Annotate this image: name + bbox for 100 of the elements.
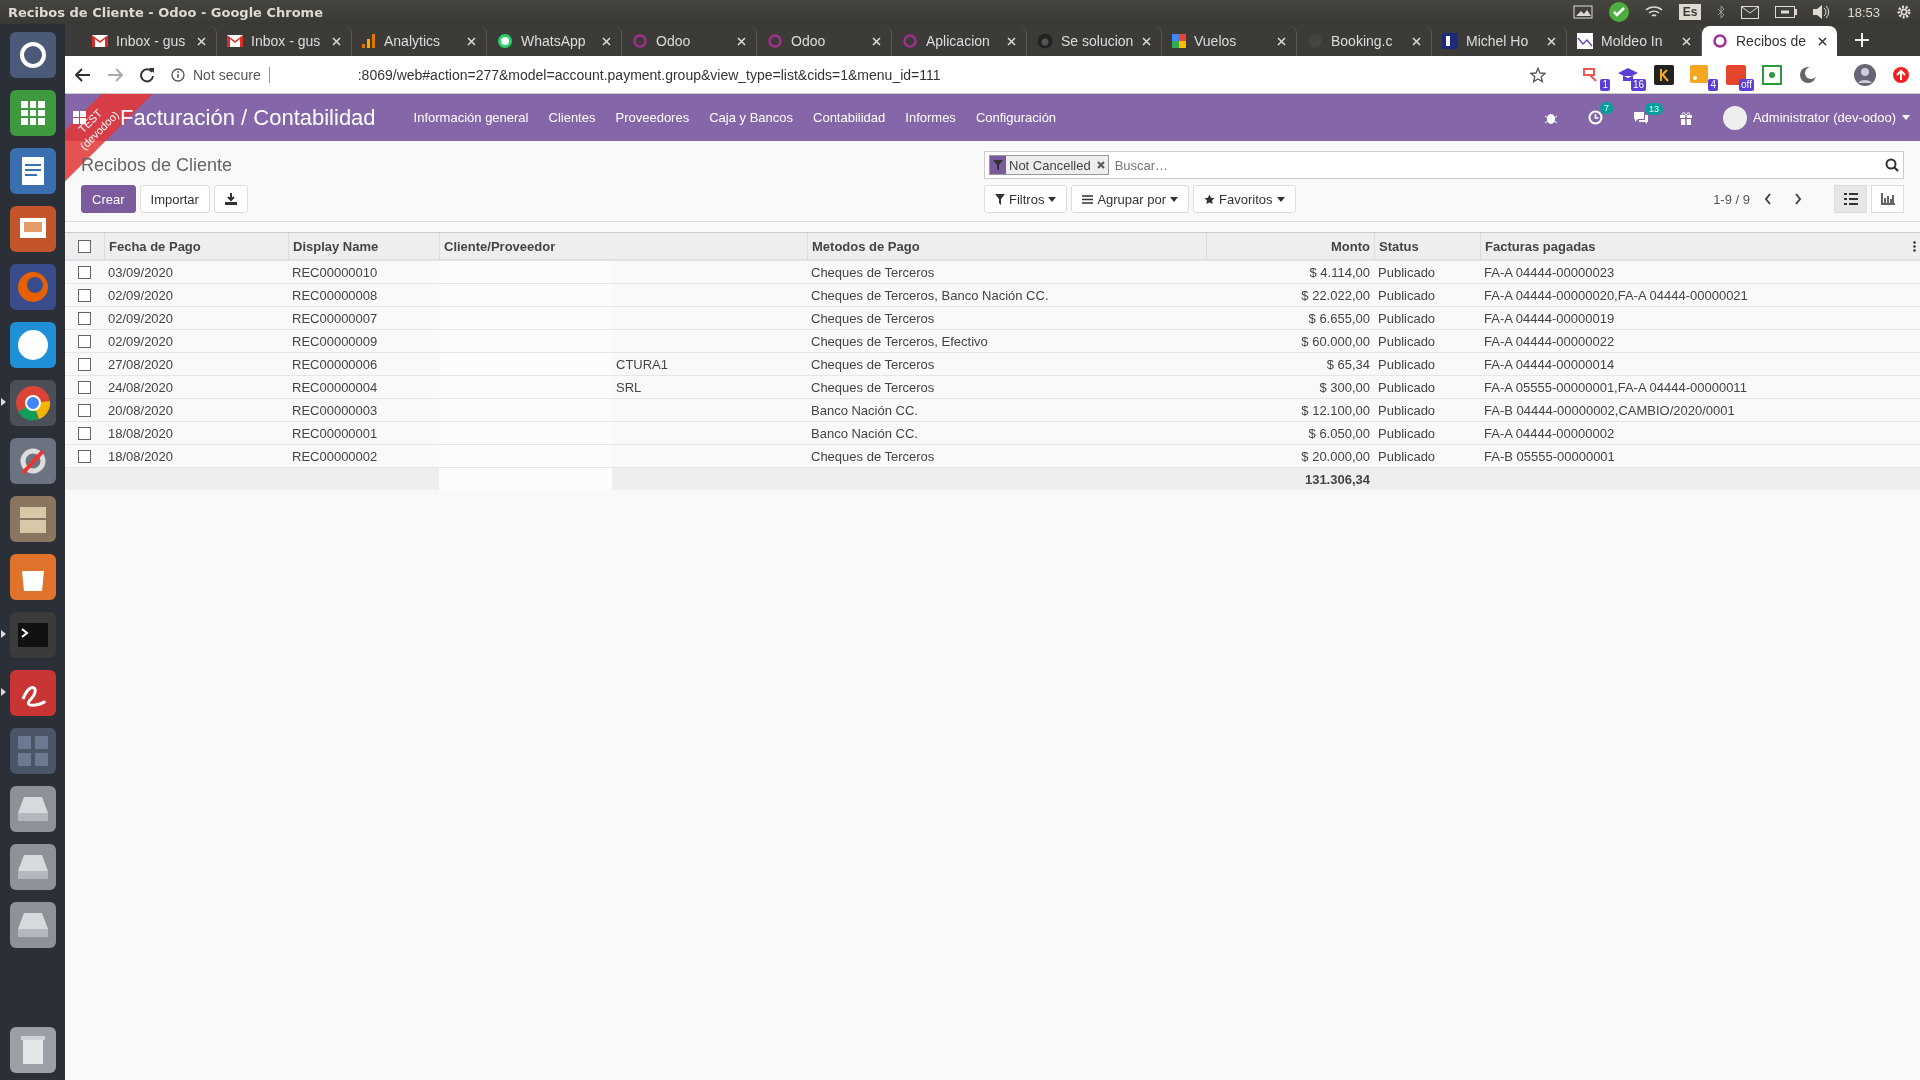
chrome-icon[interactable] xyxy=(8,378,57,427)
wifi-icon[interactable] xyxy=(1644,5,1663,19)
new-tab-icon[interactable] xyxy=(1855,33,1869,47)
menu-item[interactable]: Informes xyxy=(905,110,956,125)
update-icon[interactable] xyxy=(1892,65,1910,84)
search-icon[interactable] xyxy=(1885,158,1899,172)
pager-text[interactable]: 1-9 / 9 xyxy=(1713,191,1750,207)
security-label[interactable]: Not secure xyxy=(193,66,270,83)
dropdown-button[interactable]: Filtros xyxy=(984,185,1068,213)
table-cell-text: Publicado xyxy=(1377,378,1437,397)
file-cabinet-icon[interactable] xyxy=(8,494,57,543)
caret-icon xyxy=(1048,196,1057,202)
presentation-icon[interactable] xyxy=(8,204,57,253)
drive-icon[interactable] xyxy=(8,842,57,891)
letter-tile-icon[interactable] xyxy=(1654,64,1674,85)
table-cell-text: Publicado xyxy=(1377,286,1437,305)
workspaces-icon[interactable] xyxy=(8,726,57,775)
row-checkbox[interactable] xyxy=(78,288,91,302)
volume-icon[interactable] xyxy=(1813,5,1832,19)
menu-item[interactable]: Caja y Bancos xyxy=(709,110,793,125)
table-cell-text: $ 12.100,00 xyxy=(1300,401,1371,420)
row-checkbox[interactable] xyxy=(78,426,91,440)
column-header[interactable]: Fecha de Pago xyxy=(104,233,288,259)
wave-icon xyxy=(1577,33,1593,49)
settings-icon[interactable] xyxy=(8,436,57,485)
mail-icon[interactable] xyxy=(1741,5,1760,19)
keyboard-layout[interactable]: Es xyxy=(1678,4,1702,20)
caret-icon xyxy=(1276,196,1285,202)
reload-icon[interactable] xyxy=(139,66,155,83)
bluetooth-icon[interactable] xyxy=(1717,5,1726,19)
url-text[interactable]: :8069/web#action=277&model=account.payment.group&view_type=list&cids=1&menu_id=111 xyxy=(357,66,941,83)
chevron-left-icon[interactable] xyxy=(1764,193,1772,205)
bookmark-star-icon[interactable] xyxy=(1530,66,1546,83)
rss-icon[interactable] xyxy=(1690,64,1710,85)
view-switch-button[interactable] xyxy=(1834,185,1867,213)
row-checkbox[interactable] xyxy=(78,265,91,279)
question-icon[interactable] xyxy=(1762,64,1782,85)
filter-facet[interactable]: Not Cancelled xyxy=(989,155,1109,175)
ubuntu-logo-icon[interactable] xyxy=(8,30,57,79)
row-checkbox[interactable] xyxy=(78,311,91,325)
column-header[interactable]: Display Name xyxy=(288,233,439,259)
ring-icon xyxy=(1712,33,1728,49)
column-header[interactable]: Facturas pagadas xyxy=(1480,233,1920,259)
firefox-icon[interactable] xyxy=(8,262,57,311)
row-checkbox[interactable] xyxy=(78,334,91,348)
download-icon xyxy=(224,193,237,205)
clock-icon[interactable] xyxy=(1587,110,1603,125)
spreadsheet-icon[interactable] xyxy=(8,88,57,137)
import-button[interactable]: Importar xyxy=(139,185,210,213)
table-cell-text: $ 6.050,00 xyxy=(1307,424,1371,443)
column-header[interactable]: Status xyxy=(1374,233,1480,259)
row-checkbox[interactable] xyxy=(78,449,91,463)
remove-icon[interactable] xyxy=(1096,161,1105,169)
window-title: Recibos de Cliente - Odoo - Google Chrome xyxy=(8,4,324,20)
profile-avatar-icon[interactable] xyxy=(1854,63,1876,86)
table-cell-text: $ 65,34 xyxy=(1325,355,1371,374)
browser-tab[interactable]: Recibos de xyxy=(1702,26,1837,56)
column-header[interactable]: Monto xyxy=(1206,233,1374,259)
chevron-right-icon[interactable] xyxy=(1794,193,1802,205)
menu-item[interactable]: Configuración xyxy=(975,110,1057,125)
battery-icon[interactable] xyxy=(1775,6,1798,18)
drive-icon[interactable] xyxy=(8,784,57,833)
search-field[interactable]: Not Cancelled Buscar… xyxy=(984,151,1904,179)
column-header[interactable]: Metodos de Pago xyxy=(807,233,1206,259)
create-button[interactable]: Crear xyxy=(81,185,136,213)
shopping-bag-icon[interactable] xyxy=(8,552,57,601)
check-icon[interactable] xyxy=(1608,2,1629,22)
skype-icon[interactable] xyxy=(8,320,57,369)
drive-icon[interactable] xyxy=(8,900,57,949)
close-icon[interactable] xyxy=(1818,36,1827,46)
row-checkbox[interactable] xyxy=(78,380,91,394)
table-cell-text: Cheques de Terceros, Efectivo xyxy=(810,332,989,351)
download-button[interactable] xyxy=(213,185,248,213)
dropdown-button[interactable]: Agrupar por xyxy=(1071,185,1190,213)
gear-icon[interactable] xyxy=(1896,4,1912,20)
row-checkbox[interactable] xyxy=(78,403,91,417)
info-icon[interactable] xyxy=(171,67,185,82)
moon-icon[interactable] xyxy=(1798,64,1818,85)
more-options-icon[interactable] xyxy=(1913,240,1916,252)
table-cell-text: Banco Nación CC. xyxy=(810,424,919,443)
dropdown-button[interactable]: Favoritos xyxy=(1193,185,1296,213)
gift-icon[interactable] xyxy=(1678,110,1693,125)
menu-item[interactable]: Proveedores xyxy=(615,110,690,125)
clock[interactable]: 18:53 xyxy=(1847,4,1880,20)
menu-item[interactable]: Clientes xyxy=(548,110,596,125)
view-switch-button[interactable] xyxy=(1871,185,1904,213)
row-checkbox[interactable] xyxy=(78,357,91,371)
select-all-checkbox[interactable] xyxy=(78,239,91,253)
menu-icon xyxy=(1082,194,1094,204)
chat-icon[interactable] xyxy=(1632,110,1649,125)
pdf-viewer-icon[interactable] xyxy=(8,668,57,717)
table-cell-text: 02/09/2020 xyxy=(107,332,175,351)
back-arrow-icon[interactable] xyxy=(75,67,91,82)
column-header[interactable]: Cliente/Proveedor xyxy=(439,233,807,259)
trash-icon[interactable] xyxy=(8,1025,57,1074)
menu-item[interactable]: Contabilidad xyxy=(813,110,886,125)
user-menu[interactable]: Administrator (dev-odoo) xyxy=(1722,105,1910,130)
menu-item[interactable]: Información general xyxy=(413,110,529,125)
document-icon[interactable] xyxy=(8,146,57,195)
filter-icon xyxy=(993,159,1003,171)
